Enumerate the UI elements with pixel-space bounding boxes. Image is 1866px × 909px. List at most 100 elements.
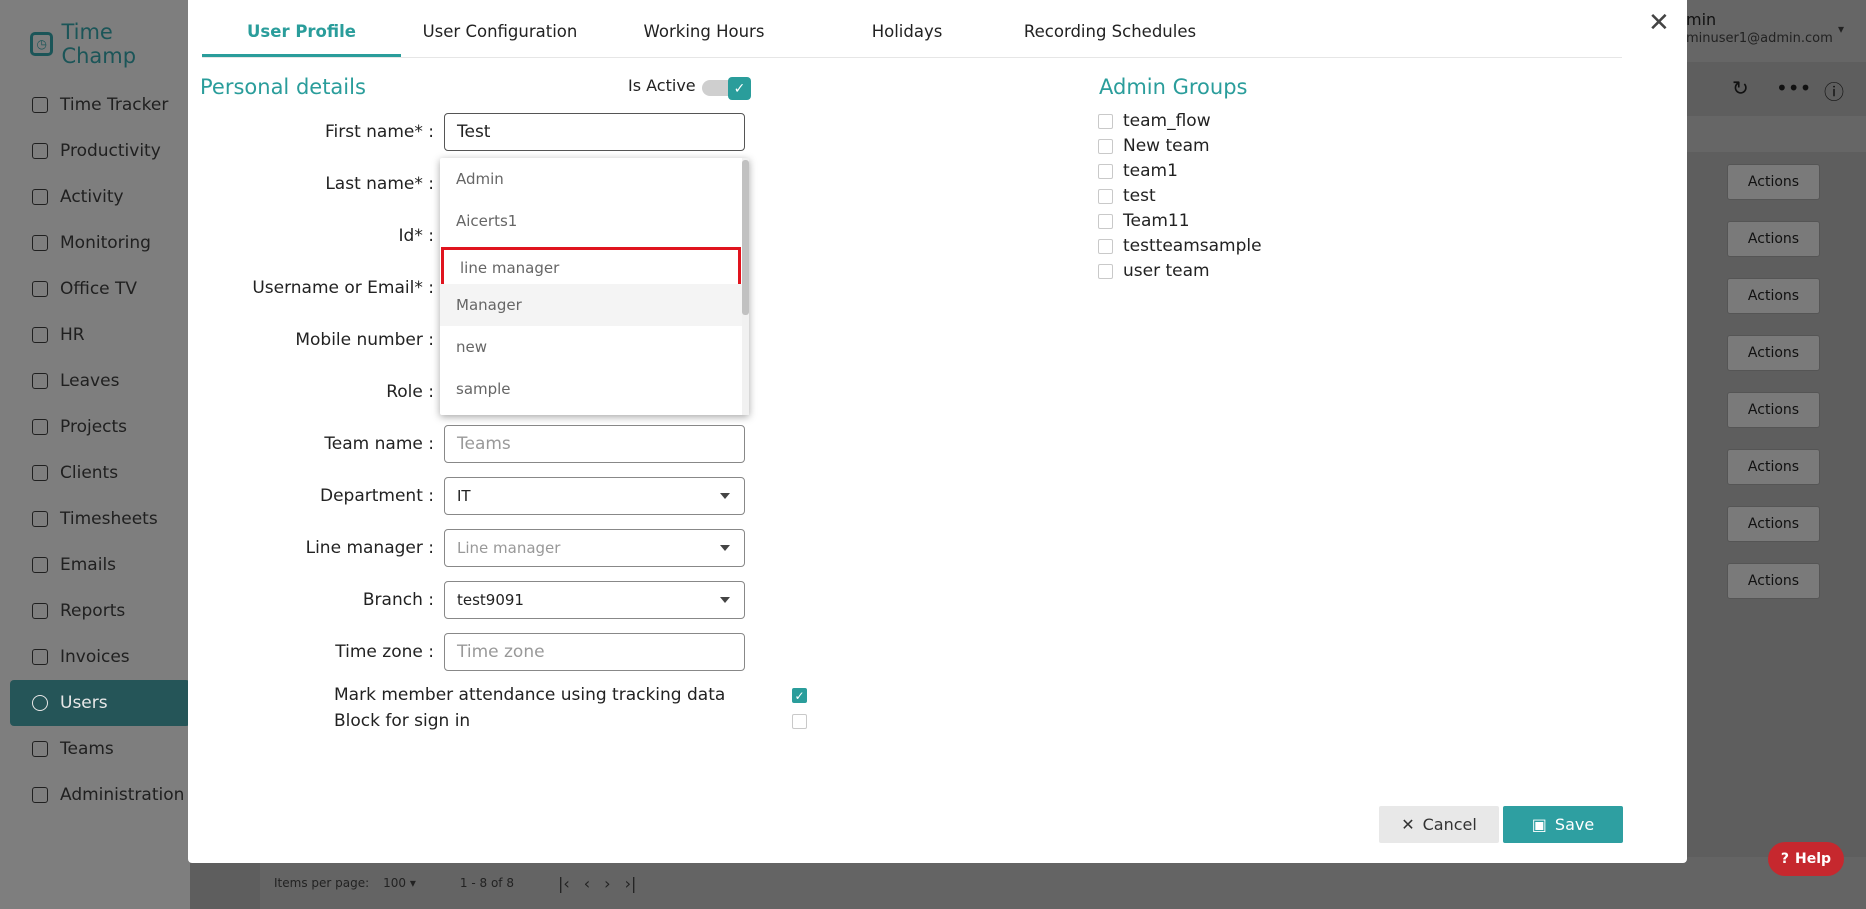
tab-working-hours[interactable]: Working Hours	[634, 22, 774, 41]
caret-down-icon	[720, 545, 730, 551]
user-info[interactable]: min minuser1@admin.com	[1686, 10, 1833, 46]
sidebar-item-time-tracker[interactable]: Time Tracker	[10, 82, 190, 128]
sidebar-item-hr[interactable]: HR	[10, 312, 190, 358]
branch-select[interactable]: test9091	[444, 581, 745, 619]
sidebar-item-monitoring[interactable]: Monitoring	[10, 220, 190, 266]
sidebar-item-leaves[interactable]: Leaves	[10, 358, 190, 404]
items-per-page-label: Items per page:	[274, 876, 370, 890]
checkbox[interactable]	[1098, 238, 1113, 254]
sidebar-item-emails[interactable]: Emails	[10, 542, 190, 588]
checkbox[interactable]	[1098, 163, 1113, 179]
tv-icon	[32, 281, 48, 297]
help-circle-icon[interactable]: ⓘ	[1824, 76, 1844, 105]
more-icon[interactable]: •••	[1776, 76, 1811, 100]
logo-text: Time Champ	[61, 20, 137, 68]
role-option-sample[interactable]: sample	[440, 368, 742, 410]
close-icon[interactable]: ✕	[1648, 8, 1670, 38]
sidebar-item-users[interactable]: Users	[10, 680, 190, 726]
invoice-icon	[32, 649, 48, 665]
admin-group-item[interactable]: New team	[1098, 136, 1210, 156]
pagination-footer: Items per page: 100 ▾ 1 - 8 of 8 |‹ ‹ › …	[260, 857, 1866, 909]
line-manager-select[interactable]: Line manager	[444, 529, 745, 567]
prev-page-icon[interactable]: ‹	[584, 874, 590, 893]
checkbox[interactable]	[1098, 188, 1113, 204]
admin-group-item[interactable]: team_flow	[1098, 111, 1211, 131]
admin-group-item[interactable]: test	[1098, 186, 1156, 206]
sidebar-item-office-tv[interactable]: Office TV	[10, 266, 190, 312]
sidebar-item-invoices[interactable]: Invoices	[10, 634, 190, 680]
items-per-page-select[interactable]: 100 ▾	[383, 876, 416, 890]
refresh-icon[interactable]: ↻	[1732, 76, 1749, 100]
tab-user-configuration[interactable]: User Configuration	[420, 22, 580, 41]
checkbox[interactable]	[1098, 138, 1113, 154]
chevron-down-icon[interactable]: ▾	[1838, 22, 1844, 36]
actions-button[interactable]: Actions	[1727, 164, 1820, 200]
department-label: Department :	[319, 486, 434, 506]
sidebar-item-timesheets[interactable]: Timesheets	[10, 496, 190, 542]
is-active-toggle[interactable]: ✓	[702, 77, 752, 100]
block-signin-checkbox[interactable]	[792, 714, 807, 729]
last-name-label: Last name* :	[325, 174, 434, 194]
mail-icon	[32, 557, 48, 573]
help-button[interactable]: ? Help	[1768, 842, 1844, 876]
close-icon: ✕	[1401, 815, 1415, 834]
time-zone-field[interactable]: Time zone	[444, 633, 745, 671]
checkbox[interactable]	[1098, 113, 1113, 129]
admin-group-item[interactable]: testteamsample	[1098, 236, 1262, 256]
sidebar-item-teams[interactable]: Teams	[10, 726, 190, 772]
role-option-new[interactable]: new	[440, 326, 742, 368]
first-name-field[interactable]: Test	[444, 113, 745, 151]
sidebar-item-reports[interactable]: Reports	[10, 588, 190, 634]
role-option-admin[interactable]: Admin	[440, 158, 742, 200]
cancel-button[interactable]: ✕ Cancel	[1379, 806, 1499, 843]
app-sidebar: ◷ Time Champ Time Tracker Productivity A…	[0, 0, 190, 909]
app-logo[interactable]: ◷ Time Champ	[30, 20, 190, 68]
clock-icon	[32, 511, 48, 527]
save-button[interactable]: ▣ Save	[1503, 806, 1623, 843]
admin-group-item[interactable]: team1	[1098, 161, 1178, 181]
tab-holidays[interactable]: Holidays	[860, 22, 954, 41]
logo-icon: ◷	[30, 32, 54, 56]
sidebar-item-productivity[interactable]: Productivity	[10, 128, 190, 174]
sidebar-item-activity[interactable]: Activity	[10, 174, 190, 220]
tab-user-profile[interactable]: User Profile	[202, 22, 401, 41]
role-option-manager[interactable]: Manager	[440, 284, 742, 326]
line-manager-label: Line manager :	[305, 538, 434, 558]
checkbox[interactable]	[1098, 213, 1113, 229]
teams-icon	[32, 741, 48, 757]
first-page-icon[interactable]: |‹	[558, 874, 570, 893]
actions-button[interactable]: Actions	[1727, 563, 1820, 599]
page-range: 1 - 8 of 8	[459, 876, 514, 890]
department-select[interactable]: IT	[444, 477, 745, 515]
next-page-icon[interactable]: ›	[604, 874, 610, 893]
checkbox[interactable]	[1098, 263, 1113, 279]
actions-button[interactable]: Actions	[1727, 278, 1820, 314]
calendar-icon	[32, 373, 48, 389]
pie-chart-icon	[32, 603, 48, 619]
briefcase-icon	[32, 419, 48, 435]
role-dropdown-panel: Admin Aicerts1 line manager Manager new …	[440, 158, 749, 415]
sidebar-item-clients[interactable]: Clients	[10, 450, 190, 496]
actions-button[interactable]: Actions	[1727, 221, 1820, 257]
tab-recording-schedules[interactable]: Recording Schedules	[1022, 22, 1198, 41]
actions-button[interactable]: Actions	[1727, 392, 1820, 428]
role-option-line-manager[interactable]: line manager	[441, 247, 741, 289]
actions-button[interactable]: Actions	[1727, 335, 1820, 371]
mark-attendance-label: Mark member attendance using tracking da…	[334, 685, 726, 705]
actions-button[interactable]: Actions	[1727, 506, 1820, 542]
mark-attendance-checkbox[interactable]: ✓	[792, 688, 807, 703]
dropdown-scrollbar[interactable]	[742, 160, 749, 315]
admin-group-item[interactable]: user team	[1098, 261, 1210, 281]
id-label: Id* :	[398, 226, 434, 246]
role-option-aicerts1[interactable]: Aicerts1	[440, 200, 742, 242]
admin-group-item[interactable]: Team11	[1098, 211, 1190, 231]
actions-button[interactable]: Actions	[1727, 449, 1820, 485]
last-page-icon[interactable]: ›|	[625, 874, 637, 893]
check-icon: ✓	[728, 77, 751, 100]
users-icon	[32, 695, 48, 711]
mobile-label: Mobile number :	[295, 330, 434, 350]
team-name-field[interactable]: Teams	[444, 425, 745, 463]
sidebar-item-administration[interactable]: Administration	[10, 772, 190, 818]
sidebar-nav: Time Tracker Productivity Activity Monit…	[10, 82, 190, 818]
sidebar-item-projects[interactable]: Projects	[10, 404, 190, 450]
